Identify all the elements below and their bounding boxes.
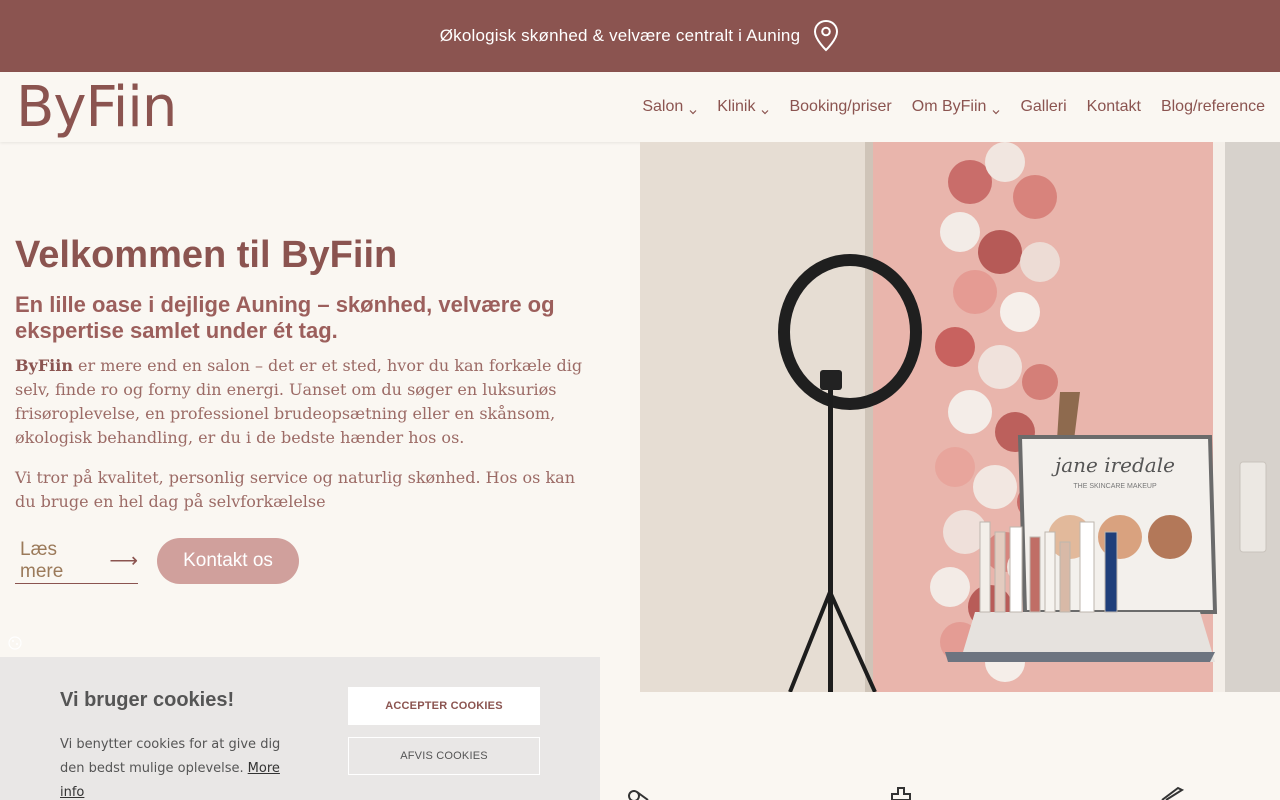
read-more-label: Læs mere [20,538,64,582]
brush-icon [1160,786,1188,800]
cross-icon [888,786,916,800]
site-logo[interactable]: ByFiin [16,76,177,140]
contact-button[interactable]: Kontakt os [157,538,299,584]
brand-sign-subtext: THE SKINCARE MAKEUP [1073,483,1157,490]
nav-item-galleri[interactable]: Galleri [1020,98,1066,116]
site-header: ByFiin Salon Klinik Booking/priser Om By… [0,72,1280,142]
nav-item-booking[interactable]: Booking/priser [789,98,891,116]
scissors-icon [624,786,652,800]
nav-item-label: Blog/reference [1160,98,1265,115]
nav-item-klinik[interactable]: Klinik [717,98,769,116]
map-pin-icon[interactable] [812,19,840,53]
decline-cookies-button[interactable]: AFVIS COOKIES [348,737,540,775]
nav-item-label: Salon [642,98,684,115]
cookie-title: Vi bruger cookies! [60,689,235,711]
nav-item-label: Galleri [1020,98,1067,115]
chevron-down-icon [992,103,1000,115]
cookie-banner: Vi bruger cookies! Vi benytter cookies f… [0,657,600,800]
hero-image: jane iredale THE SKINCARE MAKEUP [640,142,1280,692]
nav-item-salon[interactable]: Salon [642,98,697,116]
service-icons-row [0,786,1280,800]
chevron-down-icon [689,103,697,115]
hero-paragraph-2: Vi tror på kvalitet, personlig service o… [15,468,575,511]
arrow-right-icon: ⟶ [109,550,138,572]
hero-paragraph-1: ByFiin er mere end en salon – det er et … [15,354,595,450]
nav-item-kontakt[interactable]: Kontakt [1087,98,1141,116]
brand-name-bold: ByFiin [15,356,73,375]
nav-item-blog[interactable]: Blog/reference [1161,98,1265,116]
nav-item-label: Kontakt [1086,98,1141,115]
nav-item-label: Booking/priser [789,98,892,115]
main-nav: Salon Klinik Booking/priser Om ByFiin Ga… [622,72,1265,142]
cookie-settings-icon[interactable] [8,636,22,650]
nav-item-label: Om ByFiin [911,98,987,115]
read-more-link[interactable]: Læs mere ⟶ [15,538,138,584]
hero-subtitle: En lille oase i dejlige Auning – skønhed… [15,292,555,343]
top-announcement-text: Økologisk skønhed & velvære centralt i A… [439,26,801,45]
nav-item-om-byfiin[interactable]: Om ByFiin [912,98,1001,116]
hero-paragraph-1-text: er mere end en salon – det er et sted, h… [15,356,583,447]
accept-cookies-button[interactable]: ACCEPTER COOKIES [348,687,540,725]
brand-sign-text: jane iredale [1051,453,1175,477]
nav-item-label: Klinik [717,98,756,115]
hero-title: Velkommen til ByFiin [15,234,398,276]
chevron-down-icon [761,103,769,115]
top-announcement-bar: Økologisk skønhed & velvære centralt i A… [0,0,1280,72]
